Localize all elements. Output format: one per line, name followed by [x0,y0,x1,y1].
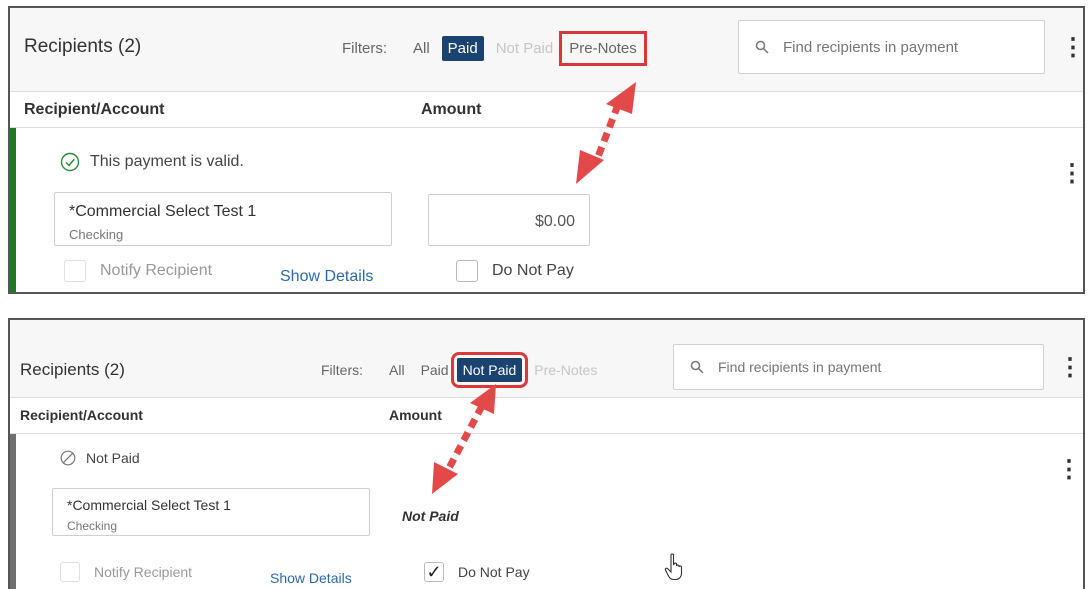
status-text: This payment is valid. [90,153,244,170]
column-recipient-account: Recipient/Account [20,407,143,423]
do-not-pay-label: Do Not Pay [492,262,574,279]
account-name: *Commercial Select Test 1 [69,203,257,220]
status-text: Not Paid [86,450,140,466]
filter-bar: Filters: All Paid Not Paid Pre-Notes [321,352,609,388]
filter-paid[interactable]: Paid [417,359,453,381]
filter-paid[interactable]: Paid [441,35,484,61]
account-type: Checking [69,227,124,242]
recipient-row: This payment is valid. ⋮ *Commercial Sel… [10,128,1083,292]
check-circle-icon [60,152,80,172]
more-options-icon[interactable]: ⋮ [1061,36,1083,60]
account-type: Checking [67,519,118,533]
panel-title: Recipients (2) [24,36,142,57]
column-header-row: Recipient/Account Amount [10,398,1083,434]
notify-recipient-label: Notify Recipient [94,564,193,580]
amount-input[interactable]: $0.00 [428,194,590,246]
search-input[interactable] [718,359,958,375]
show-details-link[interactable]: Show Details [280,268,373,286]
panel-header: Recipients (2) Filters: All Paid Not Pai… [10,320,1083,398]
show-details-link[interactable]: Show Details [270,570,352,586]
do-not-pay-checkbox[interactable] [456,260,478,282]
row-more-options-icon[interactable]: ⋮ [1060,162,1083,186]
do-not-pay-label: Do Not Pay [458,564,530,580]
notify-recipient-checkbox[interactable] [60,562,80,582]
checkmark-icon: ✓ [426,561,442,582]
filter-bar: Filters: All Paid Not Paid Pre-Notes [342,30,649,66]
filter-pre-notes[interactable]: Pre-Notes [530,359,601,381]
account-name: *Commercial Select Test 1 [67,497,231,513]
panel-title: Recipients (2) [20,360,125,379]
column-amount: Amount [421,101,482,118]
column-recipient-account: Recipient/Account [24,101,165,118]
notify-recipient-option[interactable]: Notify Recipient [60,562,192,582]
ban-circle-icon [60,450,76,466]
hand-cursor-icon [664,553,683,581]
filter-not-paid[interactable]: Not Paid [492,37,558,60]
filter-all[interactable]: All [409,37,434,60]
do-not-pay-option[interactable]: ✓ Do Not Pay [424,562,530,582]
filter-pre-notes[interactable]: Pre-Notes [559,30,647,66]
payment-status: This payment is valid. [60,152,244,172]
recipient-account-field[interactable]: *Commercial Select Test 1 Checking [52,488,370,536]
notify-recipient-label: Notify Recipient [100,262,213,279]
column-header-row: Recipient/Account Amount [10,92,1083,128]
search-icon [690,360,704,374]
search-box[interactable] [673,344,1044,390]
more-options-icon[interactable]: ⋮ [1058,356,1082,380]
search-input[interactable] [783,38,1023,56]
filters-label: Filters: [321,362,363,378]
row-more-options-icon[interactable]: ⋮ [1057,458,1081,482]
filter-all[interactable]: All [385,359,409,381]
do-not-pay-checkbox[interactable]: ✓ [424,562,444,582]
recipients-panel-paid: Recipients (2) Filters: All Paid Not Pai… [8,6,1085,294]
notify-recipient-option[interactable]: Notify Recipient [64,260,212,282]
filters-label: Filters: [342,39,387,57]
recipients-panel-not-paid: Recipients (2) Filters: All Paid Not Pai… [8,318,1085,589]
filter-not-paid[interactable]: Not Paid [450,352,529,388]
panel-header: Recipients (2) Filters: All Paid Not Pai… [10,8,1083,92]
search-icon [755,40,769,54]
recipient-row: Not Paid ⋮ *Commercial Select Test 1 Che… [10,434,1083,589]
notify-recipient-checkbox[interactable] [64,260,86,282]
do-not-pay-option[interactable]: Do Not Pay [456,260,574,282]
column-amount: Amount [389,407,442,423]
amount-not-paid: Not Paid [402,508,459,524]
recipient-account-field[interactable]: *Commercial Select Test 1 Checking [54,192,392,246]
search-box[interactable] [738,20,1045,74]
payment-status: Not Paid [60,450,140,466]
